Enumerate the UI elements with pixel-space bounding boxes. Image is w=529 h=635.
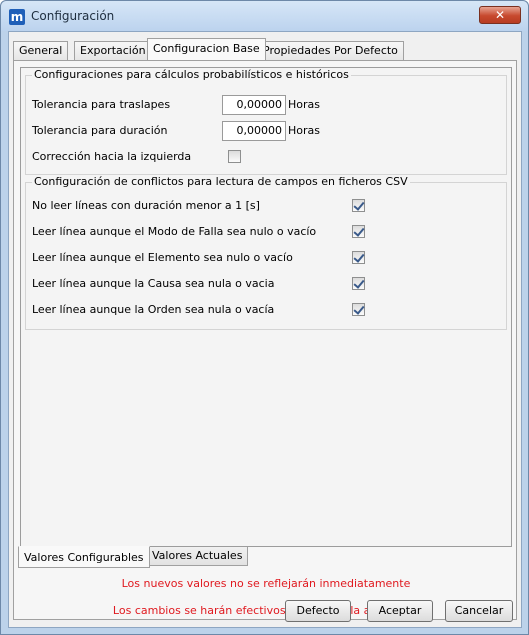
tab-configuracion-base[interactable]: Configuracion Base (147, 38, 266, 60)
csv-item-label: No leer líneas con duración menor a 1 [s… (32, 199, 260, 212)
tolerancia-traslapes-input[interactable]: 0,00000 (222, 95, 286, 115)
tolerancia-duracion-input[interactable]: 0,00000 (222, 121, 286, 141)
defecto-button[interactable]: Defecto (285, 600, 351, 622)
tab-propiedades-por-defecto[interactable]: Propiedades Por Defecto (257, 41, 404, 60)
csv-item-checkbox[interactable] (352, 199, 365, 212)
tab-general[interactable]: General (13, 41, 69, 60)
csv-item-label: Leer línea aunque la Causa sea nula o va… (32, 277, 275, 290)
tolerancia-duracion-unit: Horas (288, 124, 320, 137)
restart-notice-1: Los nuevos valores no se reflejarán inme… (121, 577, 411, 590)
tab-valores-actuales[interactable]: Valores Actuales (146, 547, 249, 566)
configuracion-base-panel: Configuraciones para cálculos probabilís… (13, 60, 517, 620)
tolerancia-traslapes-unit: Horas (288, 98, 320, 111)
title-bar[interactable]: m Configuración ✕ (1, 1, 528, 31)
tolerancia-traslapes-label: Tolerancia para traslapes (32, 98, 171, 111)
csv-item-label: Leer línea aunque la Orden sea nula o va… (32, 303, 275, 316)
tolerancia-duracion-label: Tolerancia para duración (32, 124, 168, 137)
cancelar-button[interactable]: Cancelar (445, 600, 513, 622)
dialog-body: General Exportación Configuracion Base P… (8, 31, 522, 628)
correccion-izquierda-label: Corrección hacia la izquierda (32, 150, 192, 163)
group-csv-legend: Configuración de conflictos para lectura… (32, 175, 410, 188)
correccion-izquierda-checkbox[interactable] (228, 150, 241, 163)
tab-valores-configurables[interactable]: Valores Configurables (18, 546, 150, 568)
close-icon: ✕ (494, 8, 506, 22)
csv-item-label: Leer línea aunque el Modo de Falla sea n… (32, 225, 317, 238)
group-probabilistic: Configuraciones para cálculos probabilís… (25, 68, 507, 175)
configuration-window: m Configuración ✕ General Exportación Co… (0, 0, 529, 635)
window-title: Configuración (31, 9, 115, 23)
csv-item-checkbox[interactable] (352, 277, 365, 290)
valores-configurables-panel: Configuraciones para cálculos probabilís… (20, 67, 512, 547)
tab-exportacion[interactable]: Exportación (74, 41, 152, 60)
group-probabilistic-legend: Configuraciones para cálculos probabilís… (32, 68, 351, 81)
aceptar-button[interactable]: Aceptar (367, 600, 433, 622)
group-csv-conflicts: Configuración de conflictos para lectura… (25, 175, 507, 330)
csv-item-label: Leer línea aunque el Elemento sea nulo o… (32, 251, 293, 264)
app-logo-icon: m (9, 9, 25, 25)
csv-item-checkbox[interactable] (352, 251, 365, 264)
csv-item-checkbox[interactable] (352, 225, 365, 238)
csv-item-checkbox[interactable] (352, 303, 365, 316)
close-button[interactable]: ✕ (479, 6, 521, 24)
